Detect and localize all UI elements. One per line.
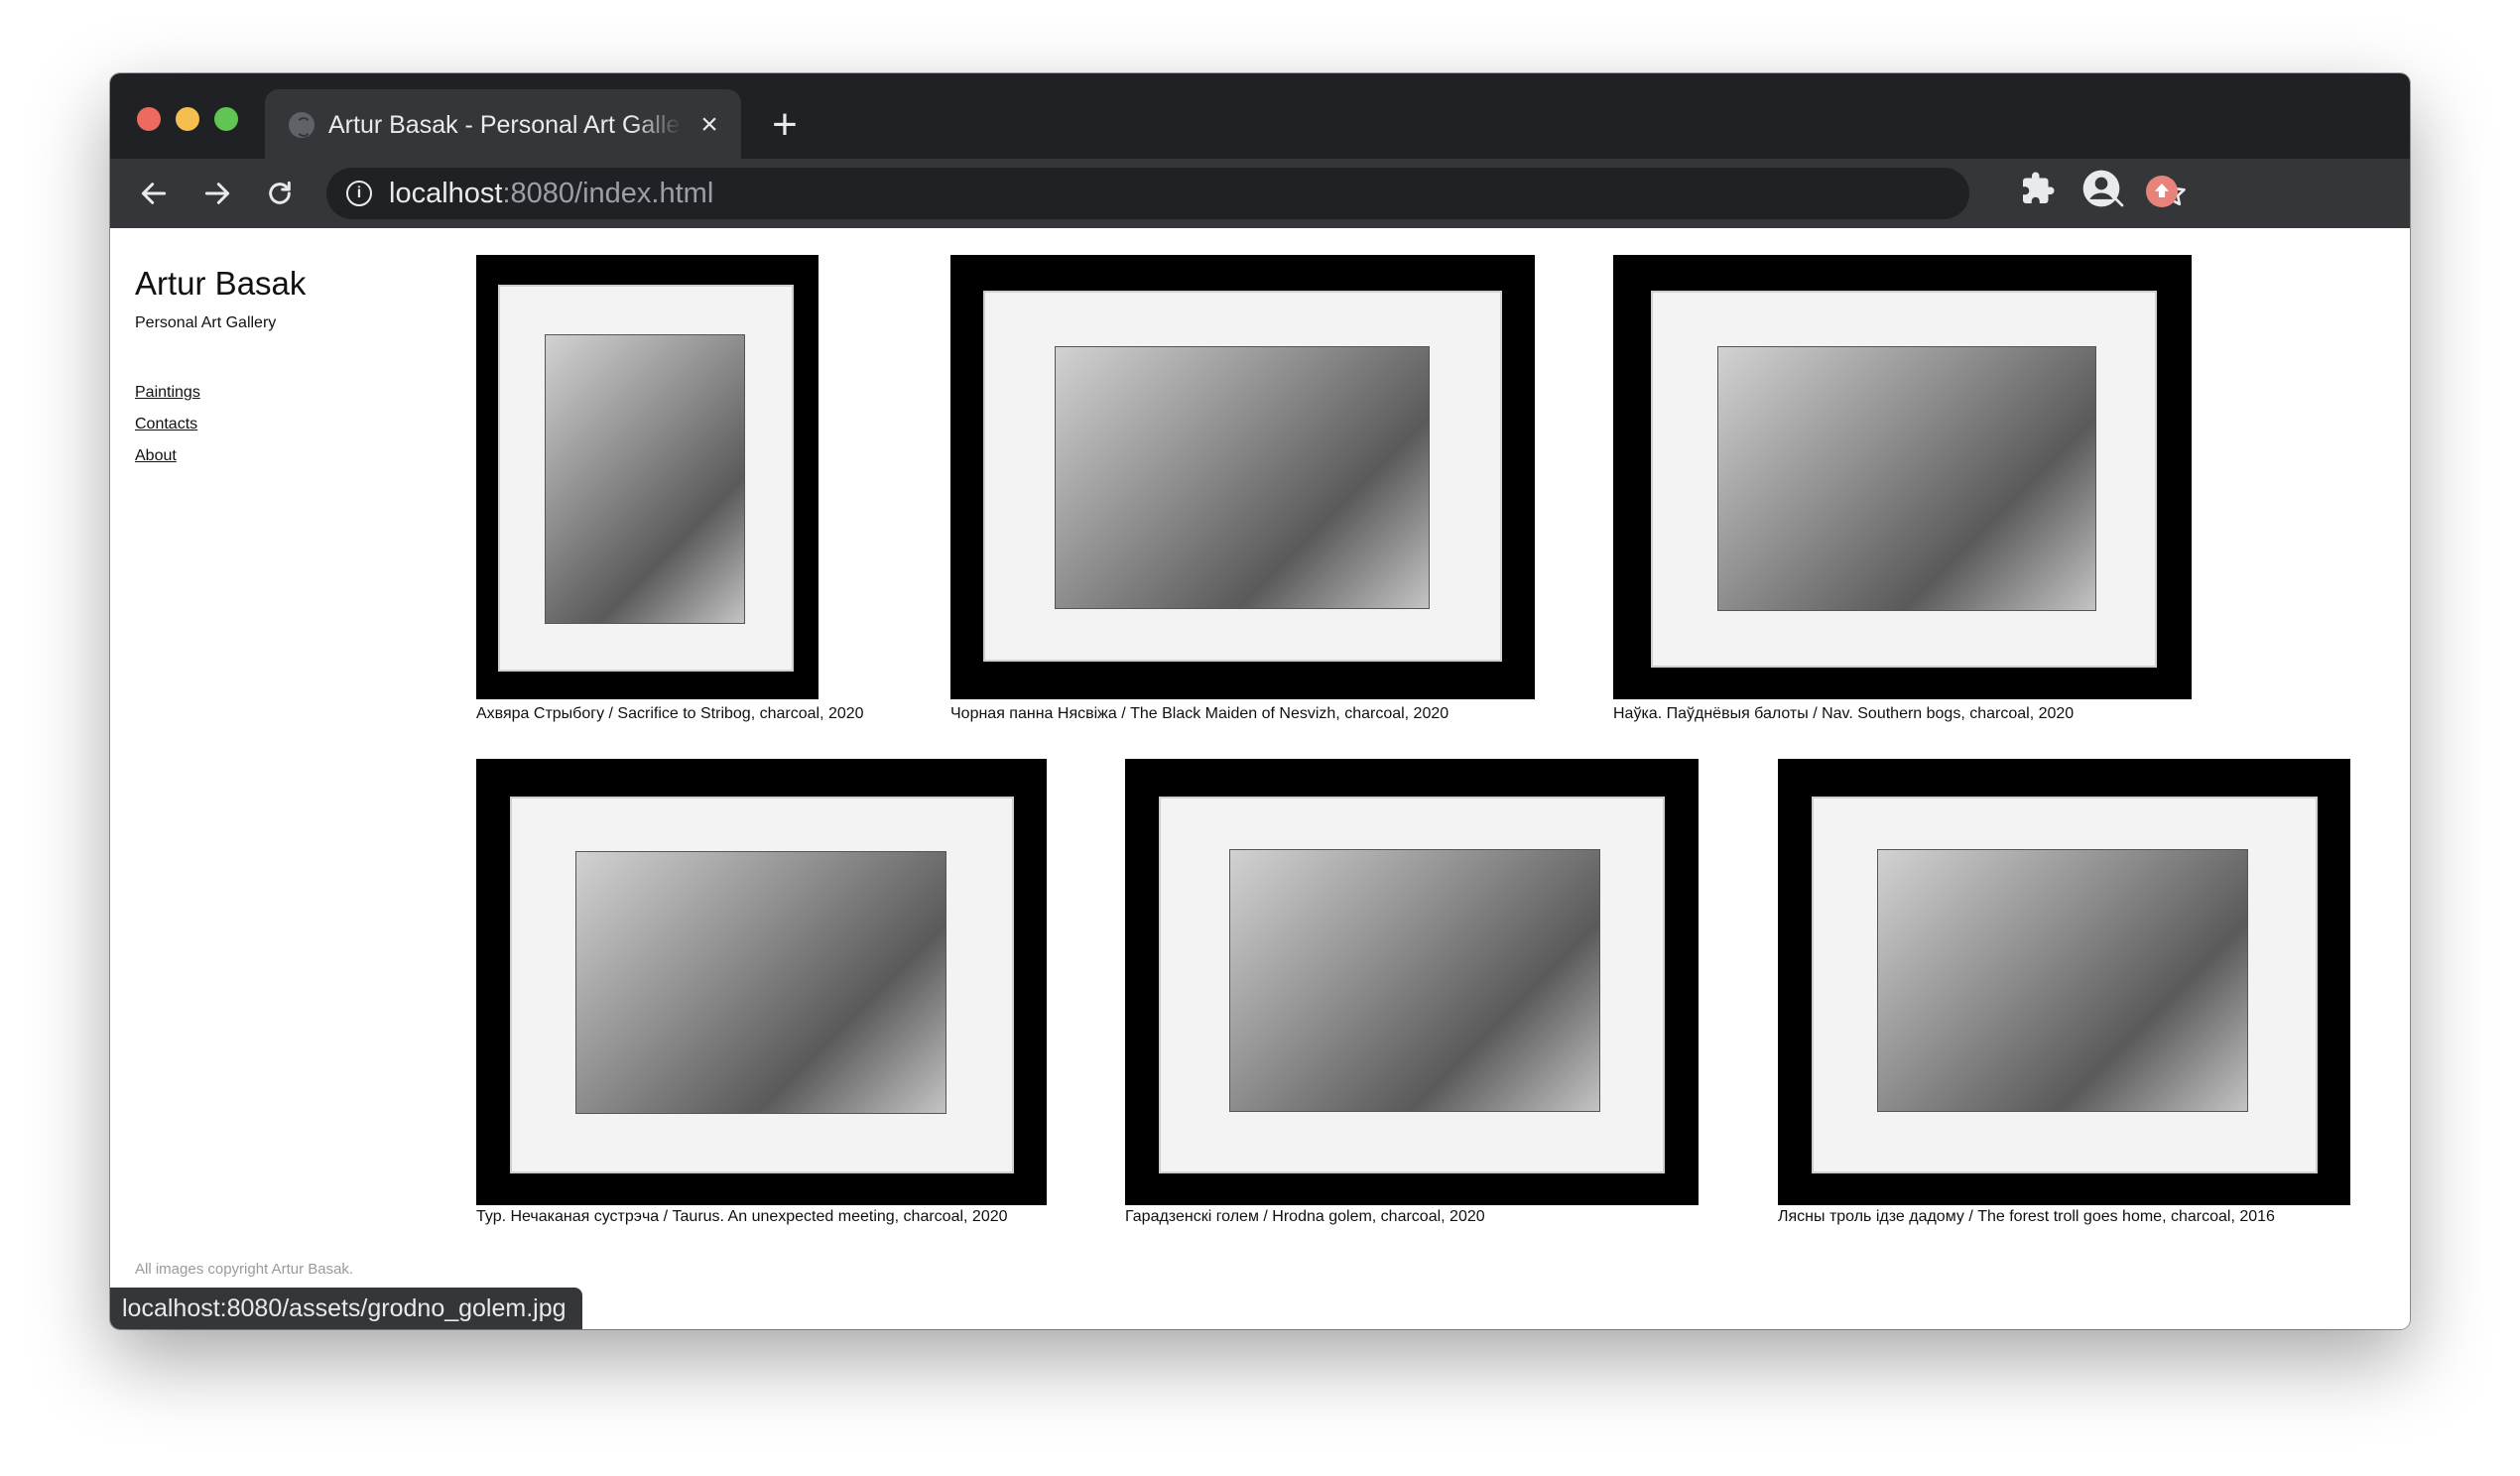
arrow-left-icon (141, 183, 167, 204)
status-bar: localhost:8080/assets/grodno_golem.jpg (110, 1288, 582, 1329)
nav-link-paintings[interactable]: Paintings (135, 383, 200, 403)
account-icon[interactable] (2081, 169, 2121, 208)
url-text: localhost:8080/index.html (389, 177, 713, 210)
maximize-window-button[interactable] (214, 107, 238, 131)
site-subtitle: Personal Art Gallery (135, 314, 277, 331)
tab-title: Artur Basak - Personal Art Gallery (328, 111, 682, 139)
browser-toolbar: i localhost:8080/index.html (110, 159, 2410, 228)
back-button[interactable] (131, 171, 177, 216)
browser-window: Artur Basak - Personal Art Gallery × + i… (110, 73, 2410, 1329)
info-icon[interactable]: i (346, 181, 372, 206)
globe-icon (289, 112, 315, 138)
copyright-footer: All images copyright Artur Basak. (135, 1261, 354, 1278)
reload-button[interactable] (257, 171, 303, 216)
url-path: :8080/index.html (502, 178, 714, 209)
artwork-image[interactable] (1778, 759, 2350, 1205)
artwork-image[interactable] (1613, 255, 2192, 699)
nav-link-contacts[interactable]: Contacts (135, 415, 197, 434)
tab-strip: Artur Basak - Personal Art Gallery × + (110, 73, 2410, 159)
artwork-image[interactable] (950, 255, 1535, 699)
artwork-image[interactable] (476, 759, 1047, 1205)
artwork-image[interactable] (476, 255, 819, 699)
url-host: localhost (389, 178, 503, 209)
artwork-caption: Чорная панна Нясвіжа / The Black Maiden … (950, 705, 1449, 722)
reload-icon (269, 181, 291, 204)
site-title: Artur Basak (135, 265, 307, 302)
minimize-window-button[interactable] (176, 107, 199, 131)
artwork-caption: Гарадзенскі голем / Hrodna golem, charco… (1125, 1208, 1485, 1225)
arrow-right-icon (204, 183, 230, 204)
artwork-caption: Наўка. Паўднёвыя балоты / Nav. Southern … (1613, 705, 2075, 722)
nav-link-about[interactable]: About (135, 446, 177, 466)
artwork-image[interactable] (1125, 759, 1699, 1205)
close-icon[interactable]: × (695, 110, 723, 140)
forward-button[interactable] (194, 171, 240, 216)
close-window-button[interactable] (137, 107, 161, 131)
home-icon[interactable] (2146, 176, 2178, 207)
tab-active[interactable]: Artur Basak - Personal Art Gallery × (265, 89, 741, 159)
artwork-caption: Лясны троль ідзе дадому / The forest tro… (1778, 1208, 2275, 1225)
new-tab-button[interactable]: + (765, 103, 805, 147)
artwork-caption: Тур. Нечаканая сустрэча / Taurus. An une… (476, 1208, 1008, 1225)
puzzle-icon[interactable] (2020, 171, 2056, 206)
web-page: Artur Basak Personal Art Gallery Paintin… (110, 228, 2410, 1329)
address-bar[interactable]: i localhost:8080/index.html (326, 168, 2186, 219)
artwork-caption: Ахвяра Стрыбогу / Sacrifice to Stribog, … (476, 705, 864, 722)
